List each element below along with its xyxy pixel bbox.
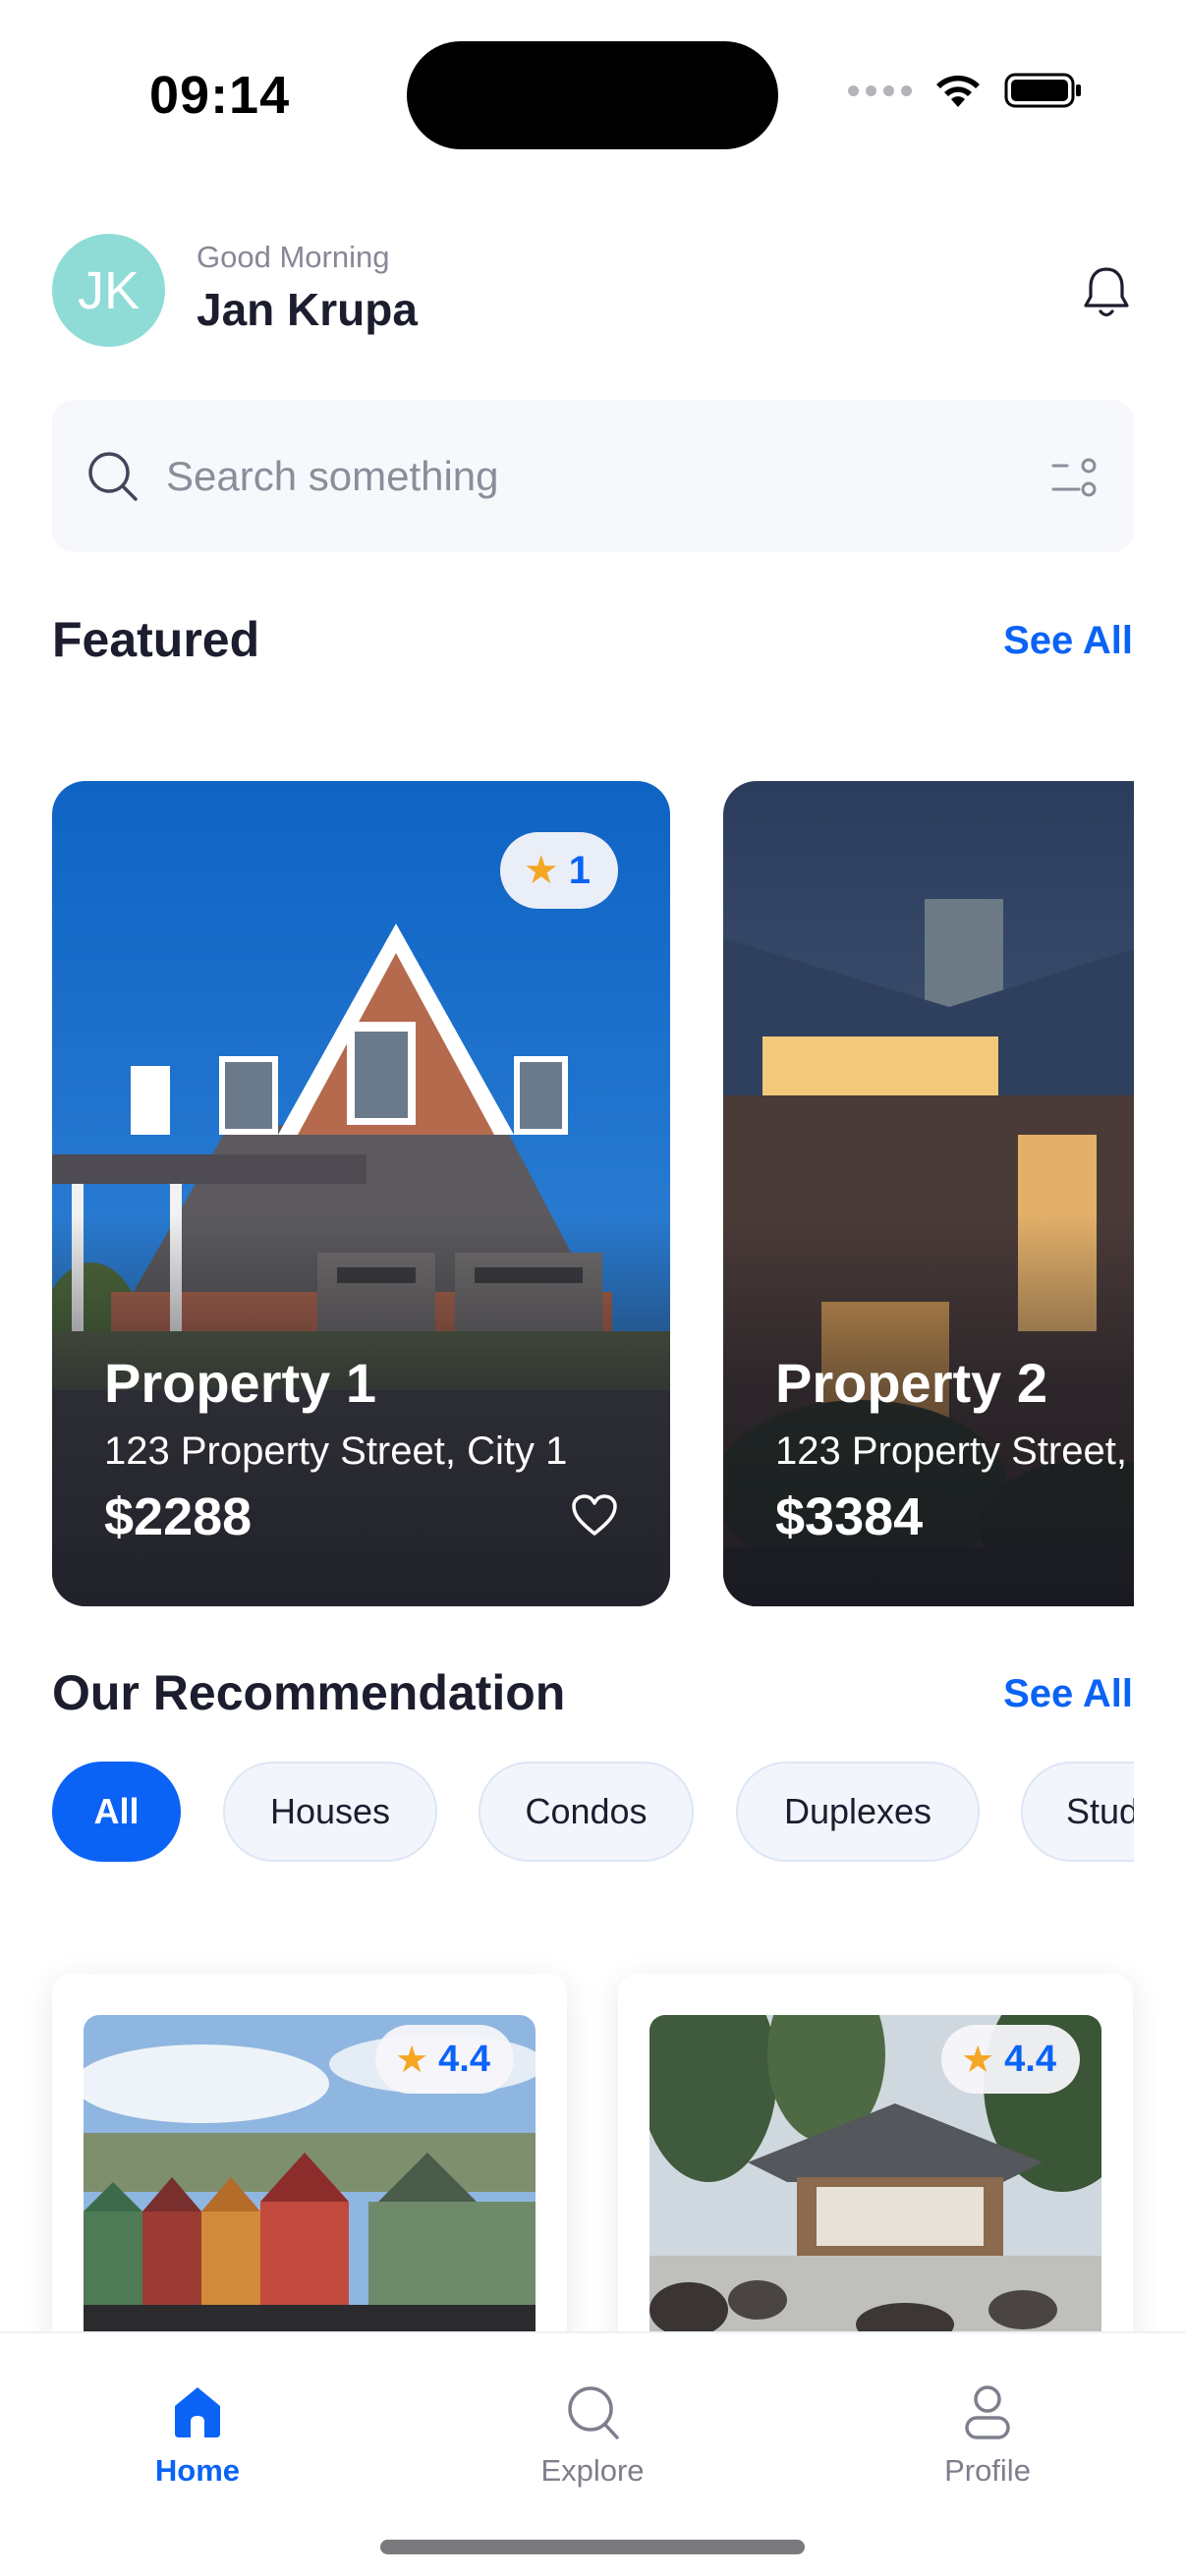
bell-icon[interactable]: [1080, 263, 1133, 322]
status-icons: [848, 71, 1083, 110]
header: JK Good Morning Jan Krupa: [52, 234, 1133, 350]
rating-badge: ★ 4.4: [375, 2025, 514, 2094]
explore-icon: [568, 2386, 619, 2439]
featured-card[interactable]: Property 2 123 Property Street, City 2 $…: [723, 781, 1134, 1606]
recommendation-title: Our Recommendation: [52, 1665, 566, 1720]
home-icon: [175, 2387, 220, 2437]
chip-studios[interactable]: Studios: [1021, 1762, 1134, 1862]
property-price: $2288: [104, 1487, 253, 1546]
greeting-text: Good Morning: [197, 240, 390, 274]
chip-all[interactable]: All: [52, 1762, 181, 1862]
search-input[interactable]: [166, 400, 952, 552]
nav-home[interactable]: Home: [99, 2382, 296, 2489]
nav-label: Explore: [540, 2453, 645, 2488]
search-icon: [88, 452, 138, 501]
wifi-icon: [936, 75, 980, 107]
status-time: 09:14: [149, 66, 291, 125]
property-name: Property 1: [104, 1352, 376, 1414]
star-icon: ★: [395, 2039, 429, 2081]
star-icon: ★: [961, 2039, 995, 2081]
filter-icon[interactable]: [1049, 456, 1099, 499]
nav-explore[interactable]: Explore: [494, 2382, 691, 2489]
chip-condos[interactable]: Condos: [479, 1762, 694, 1862]
rating-badge: ★ 4.4: [941, 2025, 1080, 2094]
user-name: Jan Krupa: [197, 284, 418, 335]
signal-icon: [848, 84, 912, 96]
search-bar: [52, 400, 1134, 552]
profile-icon: [965, 2385, 1010, 2439]
category-chips: All Houses Condos Duplexes Studios: [52, 1762, 1134, 1864]
property-price: $3384: [775, 1487, 924, 1546]
dynamic-island: [407, 41, 778, 149]
featured-title: Featured: [52, 612, 260, 667]
battery-icon: [1004, 73, 1081, 108]
recommendation-see-all-link[interactable]: See All: [1003, 1672, 1133, 1716]
rating-value: 4.4: [1004, 2038, 1056, 2080]
chip-duplexes[interactable]: Duplexes: [736, 1762, 980, 1862]
home-indicator: [380, 2540, 805, 2554]
nav-label: Profile: [944, 2453, 1031, 2488]
property-address: 123 Property Street, City 1: [104, 1429, 568, 1473]
status-bar: 09:14: [0, 0, 1185, 187]
rating-value: 4.4: [438, 2038, 490, 2080]
chip-houses[interactable]: Houses: [223, 1762, 437, 1862]
rating-value: 1: [568, 848, 591, 892]
featured-see-all-link[interactable]: See All: [1003, 619, 1133, 663]
rating-badge: ★ 1: [499, 832, 618, 909]
featured-card[interactable]: ★ 1 Property 1 123 Property Street, City…: [52, 781, 670, 1606]
nav-label: Home: [154, 2453, 241, 2488]
star-icon: ★: [523, 849, 559, 892]
avatar[interactable]: JK: [52, 234, 165, 347]
heart-icon[interactable]: [570, 1492, 619, 1538]
property-name: Property 2: [775, 1352, 1047, 1414]
featured-carousel[interactable]: ★ 1 Property 1 123 Property Street, City…: [52, 781, 1134, 1606]
nav-profile[interactable]: Profile: [889, 2382, 1086, 2489]
property-address: 123 Property Street, City 2: [775, 1429, 1134, 1473]
